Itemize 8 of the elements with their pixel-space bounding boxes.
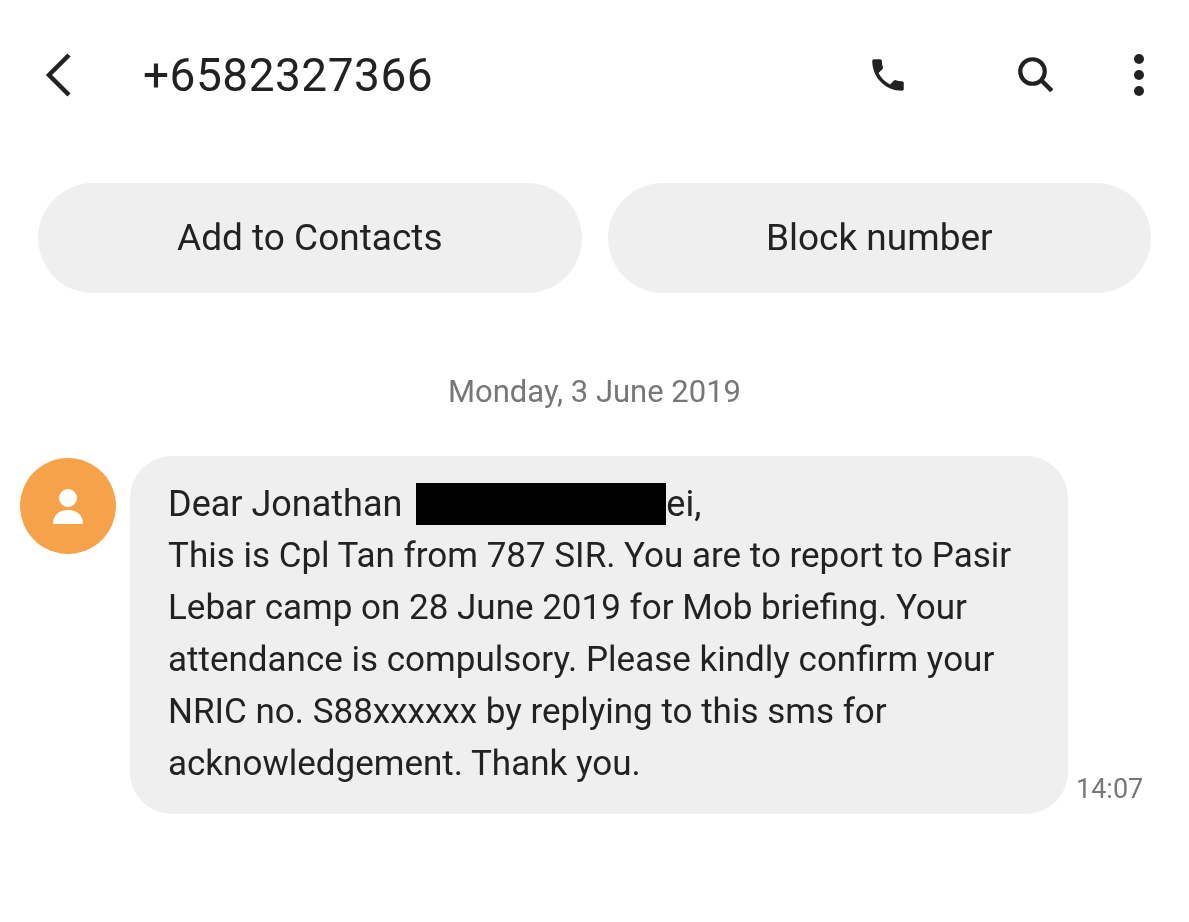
message-text: This is Cpl Tan from 787 SIR. You are to report to Pasir Lebar camp on 28 June 2019 for Mob briefing. Your attendance is compulsory. Please kindly confirm your NRIC no. S88xxxxxx by replying to this sms for acknowledgement. Thank you. <box>168 533 1013 786</box>
phone-number: +6582327366 <box>143 46 434 104</box>
message-text: ei, <box>666 481 702 527</box>
time-label: 14:07 <box>1076 772 1144 807</box>
message-text: Dear Jonathan <box>168 481 403 527</box>
action-button[interactable]: Block number <box>607 183 1151 293</box>
date-label: Monday, 3 June 2019 <box>447 372 742 412</box>
action-button[interactable]: Add to Contacts <box>38 183 582 293</box>
